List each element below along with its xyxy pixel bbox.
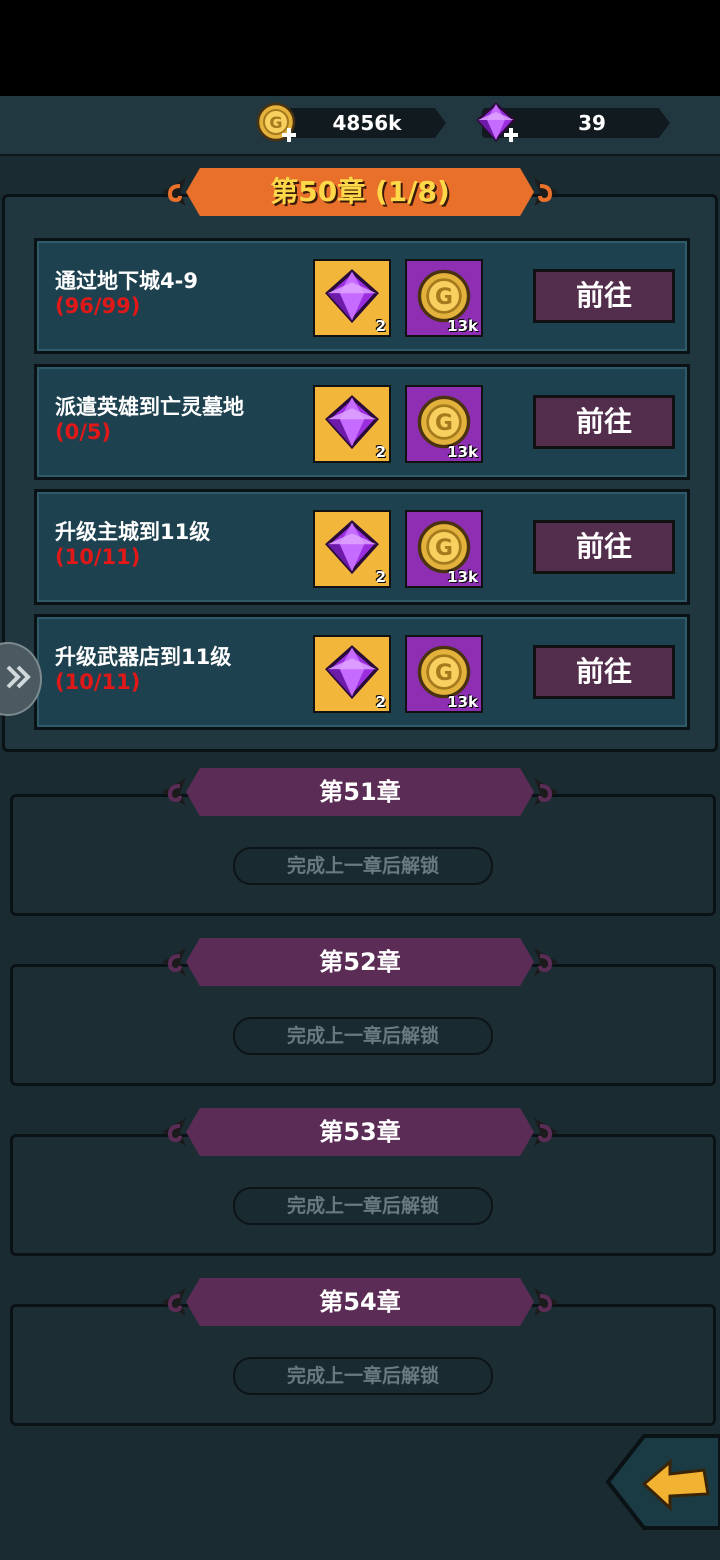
unlock-hint: 完成上一章后解锁 [233,1017,493,1055]
purple-gem-icon [325,269,379,323]
purple-gem-icon [325,645,379,699]
gold-value: 4856k [332,111,402,135]
goto-button[interactable]: 前往 [533,520,675,574]
task-progress: (96/99) [55,294,141,318]
gold-reward-count: 13k [447,568,478,586]
goto-button[interactable]: 前往 [533,269,675,323]
status-bar [0,0,720,96]
goto-button[interactable]: 前往 [533,395,675,449]
task-title: 派遣英雄到亡灵墓地 (0/5) [55,395,285,445]
return-button[interactable] [604,1432,720,1532]
chapter-banner-locked: 第51章 [152,768,568,816]
task-row: 通过地下城4-9 (96/99) 2 13k 前往 [34,238,690,354]
chapter-title: 第50章 (1/8) [270,175,450,208]
gem-reward[interactable]: 2 [313,635,391,713]
task-row: 升级主城到11级 (10/11) 2 13k 前往 [34,489,690,605]
purple-gem-icon [325,520,379,574]
unlock-hint: 完成上一章后解锁 [233,1187,493,1225]
gem-reward[interactable]: 2 [313,510,391,588]
task-progress: (0/5) [55,420,112,444]
gold-reward[interactable]: 13k [405,259,483,337]
task-progress: (10/11) [55,670,141,694]
double-chevron-right-icon [6,665,31,689]
task-title: 升级主城到11级 (10/11) [55,520,285,570]
gem-reward[interactable]: 2 [313,385,391,463]
chapter-title: 第53章 [319,1118,401,1146]
gem-reward[interactable]: 2 [313,259,391,337]
gold-reward-count: 13k [447,693,478,711]
chapter-banner-locked: 第52章 [152,938,568,986]
task-name: 派遣英雄到亡灵墓地 [55,395,244,419]
gold-reward-count: 13k [447,317,478,335]
task-progress: (10/11) [55,545,141,569]
chapter-title: 第54章 [319,1288,401,1316]
gold-reward[interactable]: 13k [405,635,483,713]
task-name: 升级武器店到11级 [55,645,232,669]
gold-reward-count: 13k [447,443,478,461]
gem-reward-count: 2 [375,693,386,711]
chapter-banner-locked: 第54章 [152,1278,568,1326]
task-title: 升级武器店到11级 (10/11) [55,645,285,695]
task-row: 派遣英雄到亡灵墓地 (0/5) 2 13k 前往 [34,364,690,480]
gold-reward[interactable]: 13k [405,385,483,463]
task-name: 升级主城到11级 [55,520,211,544]
unlock-hint: 完成上一章后解锁 [233,1357,493,1395]
gem-reward-count: 2 [375,443,386,461]
chapter-title: 第51章 [319,778,401,806]
gem-reward-count: 2 [375,317,386,335]
unlock-hint: 完成上一章后解锁 [233,847,493,885]
task-title: 通过地下城4-9 (96/99) [55,269,285,319]
chapter-title: 第52章 [319,948,401,976]
add-gem-icon[interactable] [504,128,518,142]
add-gold-icon[interactable] [282,128,296,142]
chapter-banner-locked: 第53章 [152,1108,568,1156]
task-name: 通过地下城4-9 [55,269,198,293]
gold-reward[interactable]: 13k [405,510,483,588]
goto-button[interactable]: 前往 [533,645,675,699]
chapter-banner-active: 第50章 (1/8) [152,168,568,216]
task-row: 升级武器店到11级 (10/11) 2 13k 前往 [34,614,690,730]
purple-gem-icon [325,395,379,449]
gem-reward-count: 2 [375,568,386,586]
gem-value: 39 [578,111,606,135]
